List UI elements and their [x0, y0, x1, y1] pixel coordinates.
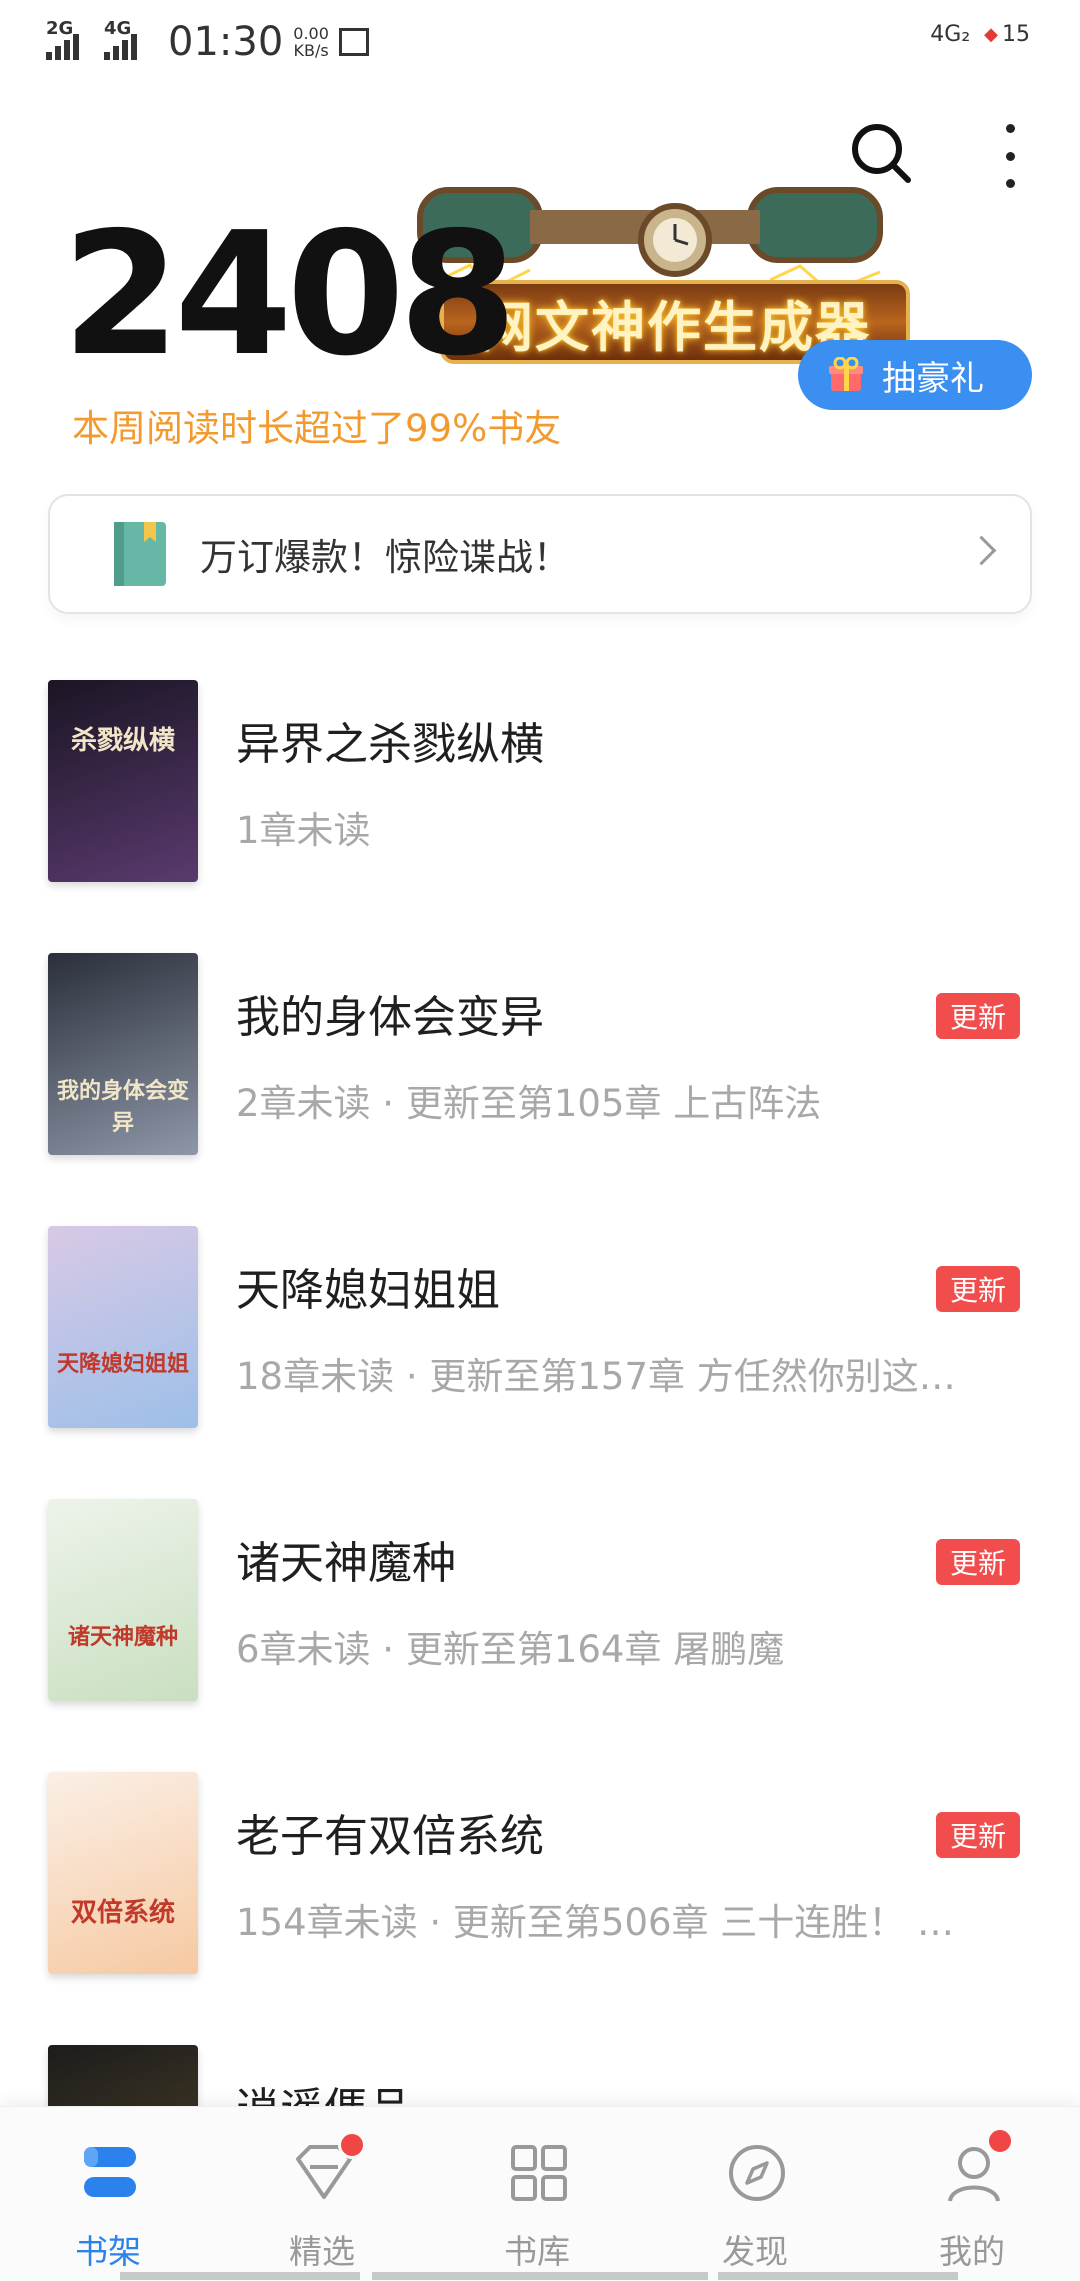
draw-prize-button[interactable]: 抽豪礼	[798, 340, 1032, 410]
book-cover[interactable]: 双倍系统	[48, 1772, 198, 1974]
gift-icon	[829, 357, 863, 391]
tab-discover-label: 发现	[722, 2232, 788, 2271]
book-cover-text: 杀戮纵横	[70, 726, 175, 756]
more-vertical-icon[interactable]	[1000, 124, 1020, 188]
book-item[interactable]: 我的身体会变异 我的身体会变异 2章未读 · 更新至第105章 上古阵法 更新	[0, 953, 1080, 1163]
book-progress: 2章未读 · 更新至第105章 上古阵法	[236, 1082, 822, 1125]
book-cover[interactable]: 诸天神魔种	[48, 1499, 198, 1701]
draw-prize-label: 抽豪礼	[882, 358, 984, 399]
tab-profile[interactable]: 我的	[872, 2107, 1072, 2281]
tab-featured-label: 精选	[289, 2232, 355, 2271]
network-type: 4G₂	[930, 22, 971, 47]
notification-dot	[986, 2127, 1014, 2155]
tab-featured[interactable]: 精选	[222, 2107, 422, 2281]
book-title[interactable]: 天降媳妇姐姐	[236, 1254, 500, 1318]
promo-text: 万订爆款！惊险谍战！	[200, 536, 570, 579]
book-item[interactable]: 双倍系统 老子有双倍系统 154章未读 · 更新至第506章 三十连胜！ … 更新	[0, 1772, 1080, 1982]
tab-bookshelf[interactable]: 书架	[8, 2107, 208, 2281]
book-item[interactable]: 天降媳妇姐姐 天降媳妇姐姐 18章未读 · 更新至第157章 方任然你别这… 更新	[0, 1226, 1080, 1436]
screenshot-icon	[338, 28, 369, 56]
update-badge: 更新	[936, 993, 1020, 1039]
notification-dot	[338, 2131, 366, 2159]
grid-icon	[511, 2145, 567, 2201]
book-cover[interactable]: 天降媳妇姐姐	[48, 1226, 198, 1428]
bookshelf-icon	[84, 2147, 136, 2197]
system-gesture-bar	[120, 2272, 360, 2280]
tab-profile-label: 我的	[939, 2232, 1005, 2271]
book-cover-text: 天降媳妇姐姐	[56, 1352, 189, 1377]
clock: 01:30	[168, 19, 284, 65]
tab-library[interactable]: 书库	[437, 2107, 637, 2281]
network-speed: 0.00 KB/s	[293, 24, 329, 60]
update-badge: 更新	[936, 1266, 1020, 1312]
bottom-navigation: 书架 精选 书库 发现 我的	[0, 2106, 1080, 2281]
book-progress: 154章未读 · 更新至第506章 三十连胜！ …	[236, 1901, 955, 1944]
book-icon	[114, 522, 166, 586]
reading-stat-summary: 本周阅读时长超过了99%书友	[72, 407, 562, 450]
book-cover-text: 诸天神魔种	[67, 1625, 178, 1650]
update-badge: 更新	[936, 1812, 1020, 1858]
book-item[interactable]: 诸天神魔种 诸天神魔种 6章未读 · 更新至第164章 屠鹏魔 更新	[0, 1499, 1080, 1709]
system-gesture-bar	[372, 2272, 708, 2280]
battery-indicator: ◆ 15	[984, 22, 1030, 47]
promo-card[interactable]: 万订爆款！惊险谍战！	[48, 494, 1032, 614]
weekly-reading-minutes: 2408	[62, 196, 517, 394]
tab-discover[interactable]: 发现	[655, 2107, 855, 2281]
compass-icon	[729, 2145, 785, 2201]
book-cover-text: 我的身体会变异	[56, 1079, 189, 1136]
system-gesture-bar	[718, 2272, 958, 2280]
chevron-right-icon	[966, 535, 997, 566]
book-progress: 6章未读 · 更新至第164章 屠鹏魔	[236, 1628, 785, 1671]
status-bar: 2G 4G 01:30 0.00 KB/s 4G₂ ◆ 15	[0, 0, 1080, 84]
book-title[interactable]: 老子有双倍系统	[236, 1800, 544, 1864]
book-cover[interactable]: 杀戮纵横	[48, 680, 198, 882]
book-item[interactable]: 杀戮纵横 异界之杀戮纵横 1章未读	[0, 680, 1080, 890]
book-progress: 1章未读	[236, 809, 371, 852]
tab-library-label: 书库	[504, 2232, 570, 2271]
book-title[interactable]: 诸天神魔种	[236, 1527, 456, 1591]
update-badge: 更新	[936, 1539, 1020, 1585]
signal-strength-icon-2: 4G	[104, 18, 152, 60]
signal-strength-icon: 2G	[46, 18, 94, 60]
book-cover[interactable]: 我的身体会变异	[48, 953, 198, 1155]
tab-bookshelf-label: 书架	[75, 2232, 141, 2271]
book-title[interactable]: 我的身体会变异	[236, 981, 544, 1045]
book-progress: 18章未读 · 更新至第157章 方任然你别这…	[236, 1355, 956, 1398]
book-cover-text: 双倍系统	[70, 1898, 175, 1928]
book-title[interactable]: 异界之杀戮纵横	[236, 708, 544, 772]
